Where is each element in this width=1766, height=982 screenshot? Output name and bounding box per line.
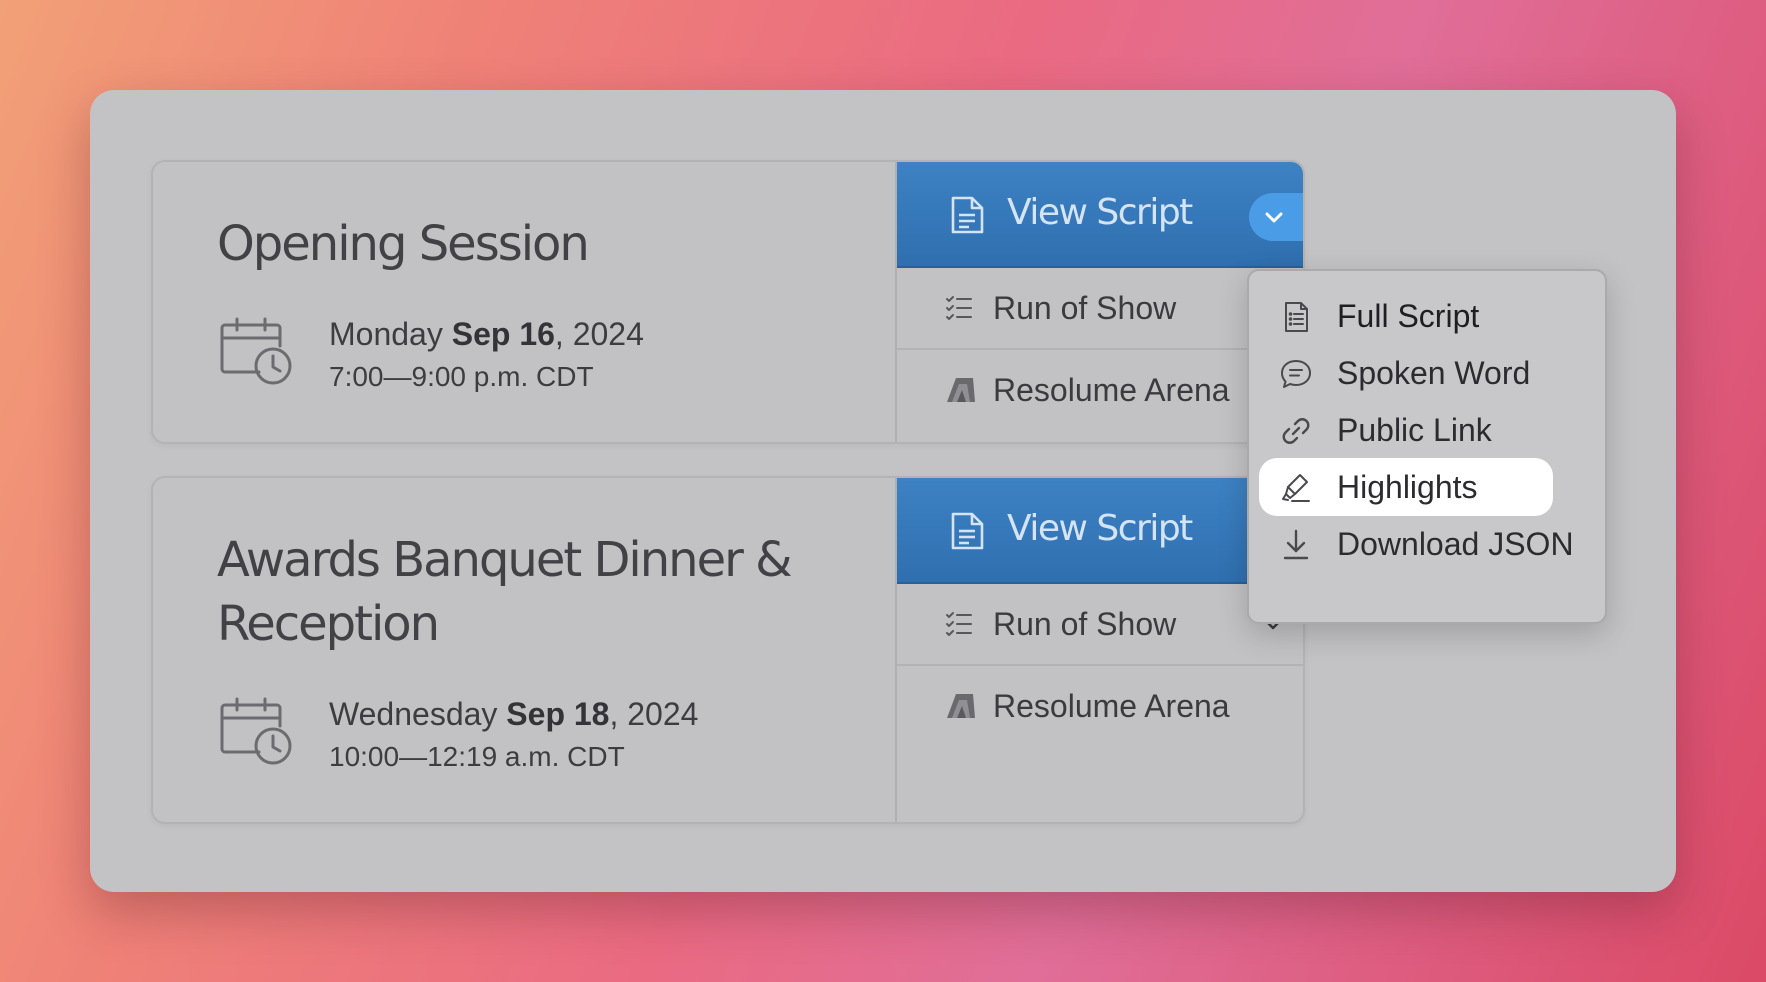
event-card: Opening Session Monday Sep 16, 2024 7:00… <box>151 160 1305 444</box>
menu-item-highlights[interactable]: Highlights <box>1259 458 1553 516</box>
event-date: Monday Sep 16, 2024 <box>329 316 644 352</box>
event-list-panel: Opening Session Monday Sep 16, 2024 7:00… <box>90 90 1676 892</box>
view-script-label: View Script <box>1007 192 1193 233</box>
view-script-dropdown-toggle[interactable] <box>1249 193 1303 241</box>
speech-bubble-icon <box>1281 360 1311 388</box>
menu-item-label: Spoken Word <box>1337 355 1531 391</box>
view-script-button[interactable]: View Script <box>897 478 1303 584</box>
calendar-clock-icon <box>220 317 292 385</box>
menu-item-label: Download JSON <box>1337 526 1574 562</box>
resolume-arena-label: Resolume Arena <box>993 372 1230 408</box>
event-card: Awards Banquet Dinner & Reception Wednes… <box>151 476 1305 824</box>
chevron-down-icon <box>1265 212 1283 223</box>
event-time: 10:00—12:19 a.m. CDT <box>329 741 625 772</box>
highlighter-icon <box>1282 474 1310 502</box>
event-actions: View Script Run of Show Resolume Arena <box>897 162 1303 442</box>
event-info: Opening Session Monday Sep 16, 2024 7:00… <box>153 162 897 442</box>
view-script-button[interactable]: View Script <box>897 162 1303 268</box>
document-icon <box>951 196 984 234</box>
view-script-label: View Script <box>1007 508 1193 549</box>
menu-item-download-json[interactable]: Download JSON <box>1259 515 1574 573</box>
run-of-show-button[interactable]: Run of Show <box>897 268 1303 350</box>
event-time: 7:00—9:00 p.m. CDT <box>329 361 594 392</box>
resolume-logo-icon <box>947 378 975 402</box>
document-list-icon <box>1285 302 1308 332</box>
run-of-show-label: Run of Show <box>993 606 1177 642</box>
link-icon <box>1282 418 1310 444</box>
menu-item-label: Full Script <box>1337 298 1480 334</box>
resolume-arena-button[interactable]: Resolume Arena <box>897 666 1303 746</box>
checklist-icon <box>946 296 972 320</box>
view-script-dropdown-menu: Full Script Spoken Word Public Link High… <box>1247 269 1607 624</box>
checklist-icon <box>946 612 972 636</box>
menu-item-spoken-word[interactable]: Spoken Word <box>1259 344 1553 402</box>
menu-item-public-link[interactable]: Public Link <box>1259 401 1553 459</box>
resolume-arena-label: Resolume Arena <box>993 688 1230 724</box>
menu-item-full-script[interactable]: Full Script <box>1259 287 1553 345</box>
event-actions: View Script Run of Show Resolume Arena <box>897 478 1303 822</box>
menu-item-label: Highlights <box>1337 469 1478 505</box>
resolume-logo-icon <box>947 694 975 718</box>
run-of-show-button[interactable]: Run of Show <box>897 584 1303 666</box>
document-icon <box>951 512 984 550</box>
event-title: Opening Session <box>217 216 590 272</box>
menu-item-label: Public Link <box>1337 412 1492 448</box>
run-of-show-label: Run of Show <box>993 290 1177 326</box>
download-icon <box>1283 529 1309 560</box>
calendar-clock-icon <box>220 697 292 765</box>
event-title: Awards Banquet Dinner & Reception <box>217 532 793 652</box>
event-info: Awards Banquet Dinner & Reception Wednes… <box>153 478 897 822</box>
resolume-arena-button[interactable]: Resolume Arena <box>897 350 1303 430</box>
event-date: Wednesday Sep 18, 2024 <box>329 696 699 732</box>
